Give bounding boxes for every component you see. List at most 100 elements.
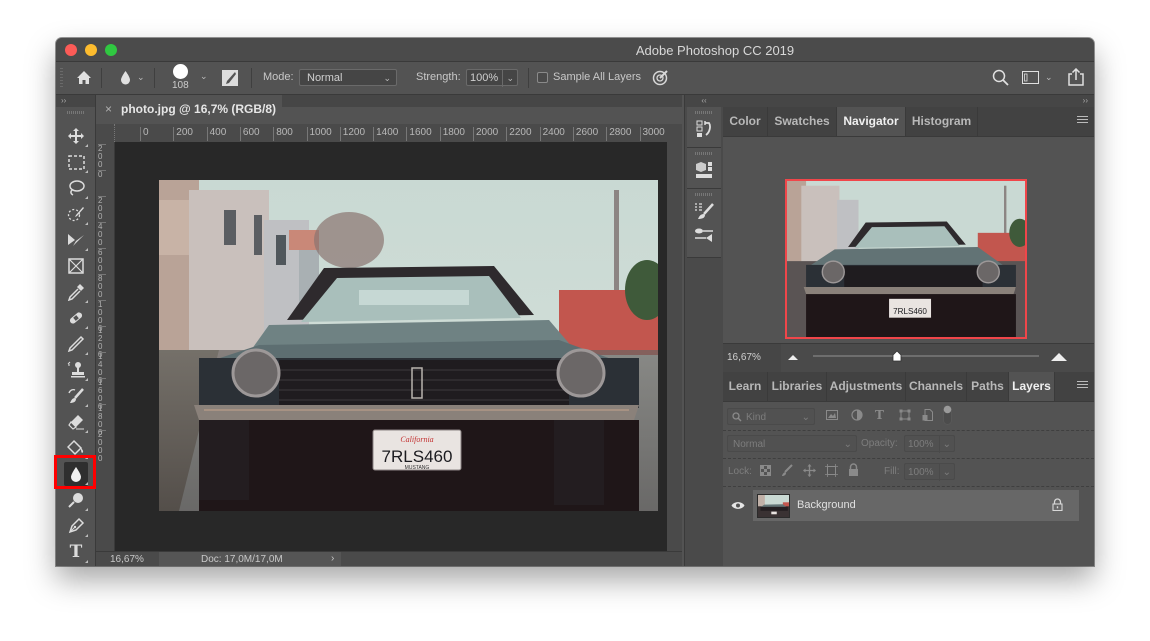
lock-icon[interactable] (1052, 498, 1063, 511)
marquee-icon (67, 154, 85, 170)
filter-toggle[interactable] (943, 405, 952, 425)
chevron-down-icon[interactable]: ⌄ (938, 436, 951, 453)
navigator-slider-thumb[interactable] (891, 350, 903, 362)
type-filter-icon[interactable]: T (875, 408, 884, 422)
tab-libraries[interactable]: Libraries (768, 372, 827, 401)
lock-transparent-pixels-icon[interactable] (760, 465, 771, 476)
eyedropper-tool[interactable] (64, 280, 88, 304)
horizontal-ruler[interactable]: 0 200 400 600 800 1000 1200 1400 1600 1800 2000 220… (96, 124, 667, 143)
image-filter-icon[interactable] (826, 410, 838, 420)
close-tab-icon[interactable]: × (105, 95, 112, 124)
tab-color[interactable]: Color (723, 107, 768, 136)
canvas[interactable]: California 7RLS460 MUSTANG (115, 142, 667, 552)
navigator-preview[interactable]: 7RLS460 (785, 179, 1027, 339)
brush-size-chevron-icon[interactable]: ⌄ (200, 71, 208, 82)
document-info[interactable]: Doc: 17,0M/17,0M › (159, 552, 341, 566)
fill-input[interactable]: 100% ⌄ (904, 463, 955, 481)
sample-all-layers-checkbox[interactable]: Sample All Layers (537, 71, 641, 83)
healing-brush-tool[interactable] (64, 306, 88, 330)
zoom-in-icon[interactable] (1050, 352, 1068, 361)
status-zoom[interactable]: 16,67% (110, 554, 144, 565)
mode-value: Normal (307, 72, 343, 84)
opacity-input[interactable]: 100% ⌄ (904, 435, 955, 453)
brush-settings-button[interactable] (222, 70, 238, 86)
crop-tool[interactable] (64, 228, 88, 252)
tools-panel-grip[interactable] (66, 111, 85, 114)
lasso-tool[interactable] (64, 176, 88, 200)
strip-collapse-button[interactable]: ‹‹ (685, 95, 723, 107)
tab-adjustments[interactable]: Adjustments (827, 372, 906, 401)
adjustment-filter-icon[interactable] (851, 409, 863, 421)
panel-menu-icon[interactable] (1077, 381, 1088, 390)
vertical-scrollbar[interactable] (667, 124, 682, 552)
search-button[interactable] (992, 69, 1009, 86)
eraser-tool[interactable] (64, 410, 88, 434)
checkbox-box[interactable] (537, 71, 548, 83)
brushes-panel-button[interactable] (687, 223, 721, 247)
history-panel-button[interactable] (687, 117, 721, 141)
zoom-out-icon[interactable] (787, 354, 799, 360)
lock-position-icon[interactable] (803, 464, 816, 477)
tab-histogram[interactable]: Histogram (906, 107, 978, 136)
tab-navigator[interactable]: Navigator (837, 107, 906, 136)
strength-chevron-icon[interactable]: ⌄ (502, 70, 514, 87)
ruler-v-label: 600 (98, 248, 106, 273)
right-panel-dock: ›› Color Swatches Navigator Histogram 7R… (723, 95, 1094, 566)
navigator-zoom-value[interactable]: 16,67% (723, 344, 781, 372)
blend-mode-dropdown[interactable]: Normal ⌄ (727, 435, 857, 452)
move-tool[interactable] (64, 124, 88, 148)
dodge-tool[interactable] (64, 488, 88, 512)
layer-row[interactable]: Background (723, 490, 1079, 521)
ruler-h-label: 1600 (406, 127, 432, 141)
brush-settings-panel-button[interactable] (687, 199, 721, 223)
photo-image[interactable]: California 7RLS460 MUSTANG (159, 180, 658, 511)
tab-swatches[interactable]: Swatches (768, 107, 837, 136)
clone-stamp-tool[interactable] (64, 358, 88, 382)
ruler-h-label: 2200 (506, 127, 532, 141)
chevron-down-icon[interactable]: ⌄ (938, 464, 951, 481)
brush-tool[interactable] (64, 332, 88, 356)
window-title: Adobe Photoshop CC 2019 (635, 43, 795, 58)
tab-layers[interactable]: Layers (1009, 372, 1055, 401)
tools-panel-collapse-button[interactable]: ›› (56, 95, 95, 107)
stamp-icon (67, 361, 85, 378)
tool-preset-picker[interactable]: ⌄ (120, 70, 145, 85)
options-bar-grip[interactable] (60, 68, 63, 88)
layer-name[interactable]: Background (797, 499, 856, 511)
panel-menu-icon[interactable] (1077, 116, 1088, 125)
ruler-origin[interactable] (96, 124, 115, 142)
home-button[interactable] (76, 70, 92, 85)
pressure-button[interactable] (652, 69, 669, 86)
tab-paths[interactable]: Paths (967, 372, 1009, 401)
share-button[interactable] (1068, 68, 1084, 86)
strength-label: Strength: (416, 71, 461, 83)
mode-dropdown[interactable]: Normal ⌄ (299, 69, 397, 86)
layer-filter-dropdown[interactable]: Kind ⌄ (727, 408, 815, 425)
status-menu-arrow-icon[interactable]: › (331, 553, 334, 564)
history-brush-tool[interactable] (64, 384, 88, 408)
lock-image-pixels-icon[interactable] (781, 464, 793, 477)
dock-expand-button[interactable]: ›› (723, 95, 1094, 107)
document-tab[interactable]: × photo.jpg @ 16,7% (RGB/8) (96, 95, 282, 124)
tab-channels[interactable]: Channels (906, 372, 967, 401)
frame-tool[interactable] (64, 254, 88, 278)
tab-learn[interactable]: Learn (723, 372, 768, 401)
strength-input[interactable]: 100% ⌄ (466, 69, 518, 87)
marquee-tool[interactable] (64, 150, 88, 174)
3d-panel-button[interactable] (687, 158, 721, 182)
history-icon (696, 120, 711, 137)
workspace-button[interactable]: ⌄ (1022, 71, 1053, 84)
lock-artboard-icon[interactable] (825, 464, 838, 477)
history-brush-icon (68, 388, 84, 403)
navigator-zoom-slider[interactable] (813, 355, 1039, 357)
smart-object-filter-icon[interactable] (922, 409, 933, 421)
photoshop-window: Adobe Photoshop CC 2019 ⌄ 108 ⌄ Mode: No… (56, 38, 1094, 566)
type-tool[interactable]: T (64, 540, 88, 564)
layer-visibility-toggle[interactable] (723, 490, 753, 521)
vertical-ruler[interactable]: 200 0 200 400 600 800 1000 1200 1400 1600 1800 2000 (96, 142, 115, 552)
shape-filter-icon[interactable] (899, 409, 911, 421)
quick-selection-tool[interactable] (64, 202, 88, 226)
lock-all-icon[interactable] (848, 463, 859, 476)
brush-size-picker[interactable]: 108 (172, 64, 189, 91)
pen-tool[interactable] (64, 514, 88, 538)
